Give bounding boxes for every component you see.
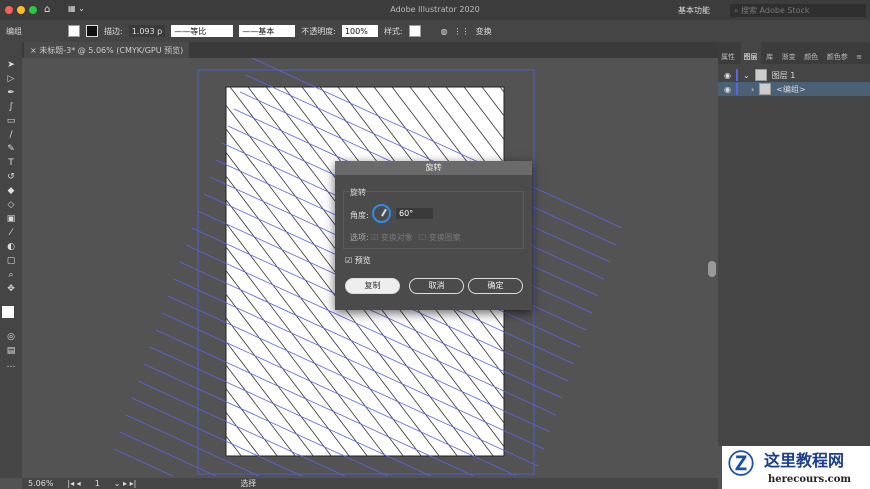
preview-line	[113, 448, 173, 477]
hand-icon[interactable]: ✥	[6, 284, 16, 294]
layer-name[interactable]: <编组>	[776, 84, 805, 95]
stroke-label: 描边:	[104, 26, 123, 36]
artboard-icon[interactable]: ▢	[6, 256, 16, 266]
selection-tool-icon[interactable]: ➤	[6, 60, 16, 70]
tab-properties[interactable]: 属性	[718, 42, 738, 64]
stock-search-input[interactable]: ⌕ 搜索 Adobe Stock	[730, 4, 866, 17]
search-placeholder: 搜索 Adobe Stock	[741, 6, 810, 15]
eraser-icon[interactable]: ◆	[6, 186, 16, 196]
copy-button[interactable]: 复制	[345, 278, 400, 294]
opacity-input[interactable]: 100%	[341, 25, 378, 37]
type-tool-icon[interactable]: T	[6, 158, 16, 168]
layer-thumbnail	[759, 83, 772, 95]
layer-row[interactable]: ◉ › <编组>	[718, 82, 870, 96]
brush-label: 基本	[258, 26, 275, 36]
pencil-icon[interactable]: ✎	[6, 144, 16, 154]
gradient-icon[interactable]: ▣	[6, 214, 16, 224]
transform-objects-label: 变换对象	[380, 233, 413, 242]
tab-layers[interactable]: 图层	[740, 42, 761, 64]
curvature-tool-icon[interactable]: ∫	[6, 102, 16, 112]
angle-dial-needle	[381, 208, 387, 217]
opacity-label: 不透明度:	[301, 26, 336, 36]
expand-chevron-icon[interactable]: ›	[751, 85, 754, 94]
page-nav-next[interactable]: ⌄ ▸ ▸|	[114, 478, 137, 489]
layer-row[interactable]: ◉ ⌄ 图层 1	[718, 68, 870, 82]
paintbrush-icon[interactable]: /	[6, 130, 16, 140]
zoom-icon[interactable]: ⌕	[6, 270, 16, 280]
current-tool: 选择	[240, 479, 257, 488]
direct-selection-icon[interactable]: ▷	[6, 74, 16, 84]
blend-icon[interactable]: ◐	[6, 242, 16, 252]
transform-button[interactable]: 变换	[476, 26, 492, 37]
transform-objects-checkbox[interactable]: ☑ 变换对象	[371, 232, 413, 243]
brush-definition[interactable]: —— 基本	[239, 25, 296, 37]
zoom-level[interactable]: 5.06%	[28, 478, 53, 489]
rotate-tool-icon[interactable]: ↺	[6, 172, 16, 182]
scale-tool-icon[interactable]: ◇	[6, 200, 16, 210]
tab-color[interactable]: 颜色	[801, 42, 821, 64]
style-label: 样式:	[383, 26, 403, 36]
tab-color-guide[interactable]: 颜色参	[824, 42, 851, 64]
preview-label: 预览	[354, 256, 371, 265]
watermark-z-icon: Ⓩ	[728, 450, 755, 480]
layer-name[interactable]: 图层 1	[772, 70, 796, 81]
document-tab[interactable]: × 未标题-3* @ 5.06% (CMYK/GPU 预览)	[24, 42, 190, 58]
rotate-dialog: 旋转 旋转 角度: 60° 选项: ☑ 变换对象 ☐ 变换图案 ☑ 预览 复制 …	[335, 161, 532, 310]
cancel-button[interactable]: 取消	[409, 278, 464, 294]
screen-mode-icon[interactable]: ▤	[6, 346, 16, 356]
tab-libraries[interactable]: 库	[763, 42, 776, 64]
watermark-logo: Ⓩ 这里教程网 herecours.com	[722, 446, 870, 489]
status-bar: 5.06% |◂ ◂ 1 ⌄ ▸ ▸| 选择	[22, 478, 718, 489]
workspace-switcher[interactable]: 基本功能	[678, 5, 710, 16]
more-tools-icon[interactable]: …	[6, 360, 16, 370]
layer-color-bar	[735, 83, 738, 95]
angle-dial[interactable]	[372, 204, 391, 223]
control-bar: 编组 描边: 1.093 p —— 等比 —— 基本 不透明度: 100% 样式…	[0, 20, 870, 42]
panel-tabs: 属性 图层 库 渐变 颜色 颜色参 ≡	[718, 42, 870, 64]
graphic-style-swatch[interactable]	[408, 25, 421, 37]
document-tab-label: 未标题-3* @ 5.06% (CMYK/GPU 预览)	[39, 46, 184, 55]
panel-menu-icon[interactable]: ≡	[853, 43, 865, 64]
selection-type: 编组	[6, 26, 22, 36]
page-nav-prev[interactable]: |◂ ◂	[67, 478, 80, 489]
align-icon[interactable]: ⋮⋮	[454, 27, 470, 36]
preview-line	[119, 431, 216, 477]
watermark-text: 这里教程网	[764, 451, 845, 470]
variable-width-profile[interactable]: —— 等比	[171, 25, 234, 37]
fill-swatch[interactable]	[68, 25, 80, 37]
ok-button[interactable]: 确定	[468, 278, 523, 294]
tab-gradient[interactable]: 渐变	[779, 42, 799, 64]
vertical-scrollbar[interactable]	[708, 261, 716, 277]
rectangle-tool-icon[interactable]: ▭	[6, 116, 16, 126]
watermark-url: herecours.com	[768, 474, 852, 485]
preview-checkbox[interactable]: ☑ 预览	[345, 255, 371, 266]
dialog-title: 旋转	[335, 161, 532, 175]
eyedropper-icon[interactable]: ⁄	[6, 228, 16, 238]
group-label: 旋转	[350, 188, 366, 197]
profile-label: 等比	[190, 26, 207, 36]
layer-color-bar	[735, 69, 738, 81]
globe-icon[interactable]: ◍	[441, 27, 448, 36]
layers-panel: 属性 图层 库 渐变 颜色 颜色参 ≡ ◉ ⌄ 图层 1 ◉ › <编组>	[718, 42, 870, 446]
angle-label: 角度:	[350, 211, 369, 220]
stroke-weight-input[interactable]: 1.093 p	[128, 25, 166, 37]
pen-tool-icon[interactable]: ✒	[6, 88, 16, 98]
options-label: 选项:	[350, 233, 369, 242]
fill-color-icon[interactable]	[2, 306, 14, 318]
layer-thumbnail	[754, 69, 767, 81]
expand-chevron-icon[interactable]: ⌄	[743, 71, 750, 80]
transform-patterns-label: 变换图案	[428, 233, 461, 242]
transform-patterns-checkbox[interactable]: ☐ 变换图案	[419, 232, 461, 243]
artboard-number[interactable]: 1	[95, 478, 100, 489]
stroke-swatch[interactable]	[86, 25, 98, 37]
angle-input[interactable]: 60°	[396, 208, 433, 219]
visibility-eye-icon[interactable]: ◉	[724, 71, 731, 80]
tools-panel: ➤ ▷ ✒ ∫ ▭ / ✎ T ↺ ◆ ◇ ▣ ⁄ ◐ ▢ ⌕ ✥ ◎ ▤ …	[0, 42, 22, 478]
visibility-eye-icon[interactable]: ◉	[724, 85, 731, 94]
title-bar: ⌂ ▦ ⌄ Adobe Illustrator 2020 基本功能 ⌕ 搜索 A…	[0, 0, 870, 20]
draw-mode-icon[interactable]: ◎	[6, 332, 16, 342]
